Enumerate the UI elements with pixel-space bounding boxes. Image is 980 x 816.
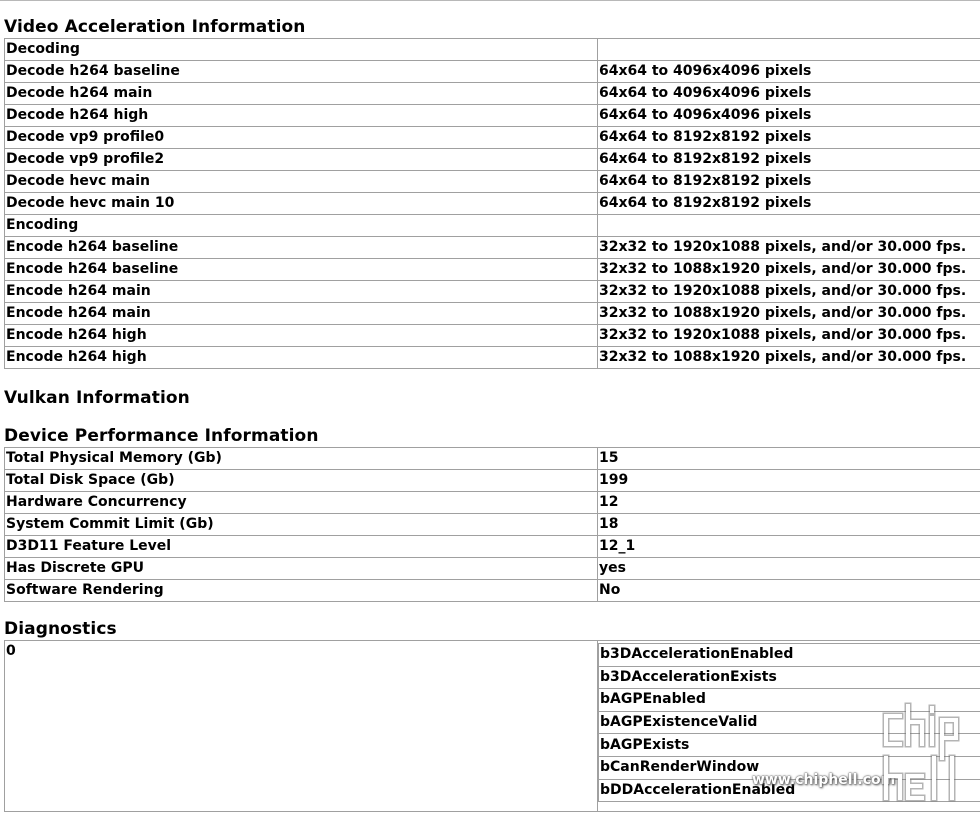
video-acceleration-row: Decode hevc main 64x64 to 8192x8192 pixel…	[4, 170, 980, 193]
device-performance-row: System Commit Limit (Gb) 18	[4, 513, 980, 536]
property-name: System Commit Limit (Gb)	[4, 513, 598, 536]
property-value: 32x32 to 1088x1920 pixels, and/or 30.000…	[597, 302, 980, 325]
video-acceleration-row: Decode vp9 profile0 64x64 to 8192x8192 pi…	[4, 126, 980, 149]
property-value	[597, 214, 980, 237]
property-value: 64x64 to 8192x8192 pixels	[597, 170, 980, 193]
video-acceleration-row: Decoding	[4, 38, 980, 61]
property-value: 32x32 to 1088x1920 pixels, and/or 30.000…	[597, 346, 980, 369]
property-value	[597, 38, 980, 61]
property-name: Decode hevc main 10	[4, 192, 598, 215]
diagnostics-item-row: b3DAccelerationEnabled	[598, 643, 980, 667]
device-performance-row: Software Rendering No	[4, 579, 980, 602]
property-name: Encode h264 high	[4, 324, 598, 347]
property-name: Decode h264 baseline	[4, 60, 598, 83]
watermark-text: www.chiphell.com	[752, 772, 896, 788]
device-performance-table: Total Physical Memory (Gb) 15 Total Disk S…	[4, 447, 980, 602]
chip-hell-logo-icon	[882, 702, 960, 802]
property-value: 64x64 to 4096x4096 pixels	[597, 104, 980, 127]
property-value: 64x64 to 4096x4096 pixels	[597, 60, 980, 83]
video-acceleration-row: Encode h264 baseline 32x32 to 1920x1088 p…	[4, 236, 980, 259]
property-value: yes	[597, 557, 980, 580]
property-name: D3D11 Feature Level	[4, 535, 598, 558]
property-name: Has Discrete GPU	[4, 557, 598, 580]
video-acceleration-row: Encode h264 main 32x32 to 1088x1920 pixel…	[4, 302, 980, 325]
property-value: 15	[597, 447, 980, 470]
property-value: 64x64 to 8192x8192 pixels	[597, 192, 980, 215]
property-value: 32x32 to 1920x1088 pixels, and/or 30.000…	[597, 280, 980, 303]
video-acceleration-row: Decode h264 baseline 64x64 to 4096x4096 p…	[4, 60, 980, 83]
device-performance-heading: Device Performance Information	[4, 426, 319, 446]
property-name: Software Rendering	[4, 579, 598, 602]
property-name: Total Physical Memory (Gb)	[4, 447, 598, 470]
device-performance-row: Has Discrete GPU yes	[4, 557, 980, 580]
property-name: Total Disk Space (Gb)	[4, 469, 598, 492]
diagnostics-item: b3DAccelerationExists	[598, 665, 980, 690]
property-name: Decoding	[4, 38, 598, 61]
property-value: 199	[597, 469, 980, 492]
video-acceleration-row: Encode h264 main 32x32 to 1920x1088 pixel…	[4, 280, 980, 303]
video-acceleration-row: Decode hevc main 10 64x64 to 8192x8192 pi…	[4, 192, 980, 215]
video-acceleration-row: Decode h264 main 64x64 to 4096x4096 pixel…	[4, 82, 980, 105]
device-performance-row: Total Physical Memory (Gb) 15	[4, 447, 980, 470]
diagnostics-key: 0	[6, 643, 16, 659]
video-acceleration-heading: Video Acceleration Information	[4, 17, 306, 37]
property-value: 12	[597, 491, 980, 514]
video-acceleration-row: Encoding	[4, 214, 980, 237]
video-acceleration-row: Encode h264 high 32x32 to 1920x1088 pixel…	[4, 324, 980, 347]
property-name: Encode h264 baseline	[4, 258, 598, 281]
property-name: Decode hevc main	[4, 170, 598, 193]
property-name: Decode vp9 profile0	[4, 126, 598, 149]
property-name: Encode h264 main	[4, 302, 598, 325]
property-name: Decode h264 main	[4, 82, 598, 105]
property-name: Encode h264 main	[4, 280, 598, 303]
video-acceleration-row: Encode h264 baseline 32x32 to 1088x1920 p…	[4, 258, 980, 281]
diagnostics-heading: Diagnostics	[4, 619, 117, 639]
gpu-info-page: Video Acceleration Information Decoding D…	[4, 16, 980, 812]
property-value: 18	[597, 513, 980, 536]
property-value: No	[597, 579, 980, 602]
property-name: Encode h264 high	[4, 346, 598, 369]
property-value: 32x32 to 1088x1920 pixels, and/or 30.000…	[597, 258, 980, 281]
video-acceleration-table: Decoding Decode h264 baseline 64x64 to 409…	[4, 38, 980, 369]
property-value: 32x32 to 1920x1088 pixels, and/or 30.000…	[597, 236, 980, 259]
diagnostics-item: b3DAccelerationEnabled	[598, 643, 980, 667]
property-name: Encode h264 baseline	[4, 236, 598, 259]
video-acceleration-row: Encode h264 high 32x32 to 1088x1920 pixel…	[4, 346, 980, 369]
property-value: 64x64 to 8192x8192 pixels	[597, 126, 980, 149]
diagnostics-key-cell: 0	[4, 640, 598, 812]
property-value: 64x64 to 8192x8192 pixels	[597, 148, 980, 171]
video-acceleration-row: Decode vp9 profile2 64x64 to 8192x8192 pi…	[4, 148, 980, 171]
vulkan-heading: Vulkan Information	[4, 388, 190, 408]
property-value: 64x64 to 4096x4096 pixels	[597, 82, 980, 105]
property-value: 32x32 to 1920x1088 pixels, and/or 30.000…	[597, 324, 980, 347]
property-name: Decode h264 high	[4, 104, 598, 127]
property-value: 12_1	[597, 535, 980, 558]
device-performance-row: D3D11 Feature Level 12_1	[4, 535, 980, 558]
top-divider	[0, 0, 980, 1]
diagnostics-item-row: b3DAccelerationExists	[598, 665, 980, 690]
device-performance-row: Total Disk Space (Gb) 199	[4, 469, 980, 492]
property-name: Decode vp9 profile2	[4, 148, 598, 171]
property-name: Encoding	[4, 214, 598, 237]
property-name: Hardware Concurrency	[4, 491, 598, 514]
device-performance-row: Hardware Concurrency 12	[4, 491, 980, 514]
video-acceleration-row: Decode h264 high 64x64 to 4096x4096 pixel…	[4, 104, 980, 127]
